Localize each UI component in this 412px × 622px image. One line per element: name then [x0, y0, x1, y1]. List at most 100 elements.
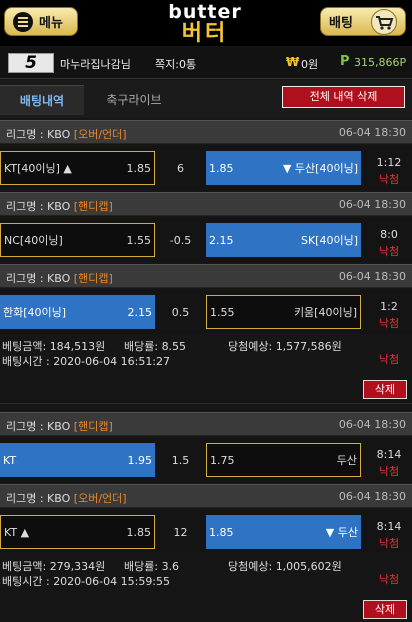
- game-time: 06-04 18:30: [338, 198, 406, 211]
- league-name: 리그명 : KBO: [6, 200, 71, 213]
- handicap-value: 12: [173, 525, 188, 539]
- handicap-value: 1.5: [171, 453, 190, 467]
- delete-bet-button[interactable]: 삭제: [363, 600, 407, 619]
- bet-summary: 베팅금액: 184,513원 배당률: 8.55 당첨예상: 1,577,586…: [0, 334, 412, 404]
- away-team-name: SK[40이닝]: [300, 234, 358, 247]
- handicap-value: -0.5: [169, 233, 192, 247]
- odds-label: 배당률:: [124, 340, 162, 353]
- away-team-option[interactable]: 1.85 ▼ 두산: [206, 515, 361, 549]
- delete-all-history-button[interactable]: 전체 내역 삭제: [282, 86, 405, 108]
- line-result: 낙첨: [378, 173, 400, 186]
- user-name: 마누라집나감님: [60, 58, 131, 71]
- away-team-option[interactable]: 1.75 두산: [206, 443, 361, 477]
- home-team-odds: 1.85: [126, 525, 152, 539]
- hamburger-icon: [13, 11, 33, 32]
- bet-summary: 베팅금액: 279,334원 배당률: 3.6 당첨예상: 1,005,602원…: [0, 554, 412, 622]
- handicap-value: 6: [177, 161, 184, 175]
- bet-line-row: KT 1.95 1.5 1.75 두산 8:14 낙첨: [0, 438, 412, 482]
- points-icon: P: [340, 54, 350, 69]
- bet-type: [오버/언더]: [73, 492, 127, 505]
- home-team-option[interactable]: KT ▲ 1.85: [0, 515, 155, 549]
- home-team-option[interactable]: NC[40이닝] 1.55: [0, 223, 155, 257]
- league-header: 리그명 : KBO [핸디캡] 06-04 18:30: [0, 264, 412, 288]
- message-count-link[interactable]: 쪽지:0통: [155, 56, 196, 72]
- tab-bet-history[interactable]: 배팅내역: [0, 85, 84, 115]
- bet-amount: 279,334원: [49, 560, 106, 573]
- menu-button[interactable]: 메뉴: [4, 7, 78, 36]
- away-team-name: 두산: [336, 454, 357, 467]
- away-team-odds: 1.75: [210, 453, 235, 467]
- expected-win: 1,577,586원: [275, 340, 342, 353]
- bet-cart-button[interactable]: 배팅: [320, 7, 406, 36]
- game-time: 06-04 18:30: [338, 270, 406, 283]
- logo-text-ko: 버터: [181, 21, 229, 46]
- home-team-name: 한화[40이닝]: [3, 306, 67, 319]
- bet-line-row: KT[40이닝] ▲ 1.85 6 1.85 ▼ 두산[40이닝] 1:12 낙…: [0, 146, 412, 190]
- bet-button-label: 배팅: [329, 16, 353, 31]
- bet-time: 2020-06-04 15:59:55: [53, 575, 171, 588]
- amount-label: 베팅금액:: [2, 340, 50, 353]
- league-name: 리그명 : KBO: [6, 420, 71, 433]
- league-name: 리그명 : KBO: [6, 492, 71, 505]
- delete-bet-button[interactable]: 삭제: [363, 380, 407, 399]
- user-info-bar: 5 마누라집나감님 쪽지:0통 ₩ 0원 P 315,866P: [0, 47, 412, 79]
- home-team-option[interactable]: 한화[40이닝] 2.15: [0, 295, 155, 329]
- final-score: 8:14: [376, 448, 402, 461]
- home-team-name: KT: [3, 453, 17, 467]
- logo-text-en: butter: [168, 1, 242, 23]
- home-team-odds: 1.85: [126, 161, 152, 175]
- league-header: 리그명 : KBO [오버/언더] 06-04 18:30: [0, 120, 412, 144]
- final-score: 8:0: [380, 228, 398, 241]
- menu-button-label: 메뉴: [39, 16, 63, 31]
- bet-result: 낙첨: [378, 353, 400, 366]
- cart-icon: [371, 8, 397, 35]
- home-team-option[interactable]: KT 1.95: [0, 443, 155, 477]
- top-header: 메뉴 butter 버터 배팅: [0, 0, 412, 46]
- game-time: 06-04 18:30: [338, 126, 406, 139]
- bet-result: 낙첨: [378, 573, 400, 586]
- line-result: 낙첨: [378, 465, 400, 478]
- away-team-option[interactable]: 2.15 SK[40이닝]: [206, 223, 361, 257]
- league-header: 리그명 : KBO [핸디캡] 06-04 18:30: [0, 412, 412, 436]
- league-name: 리그명 : KBO: [6, 272, 71, 285]
- time-label: 배팅시간 :: [2, 575, 54, 588]
- away-team-name: ▼ 두산: [325, 526, 358, 539]
- time-label: 배팅시간 :: [2, 355, 54, 368]
- handicap-value: 0.5: [171, 305, 190, 319]
- total-odds: 8.55: [161, 340, 187, 353]
- line-result: 낙첨: [378, 537, 400, 550]
- odds-label: 배당률:: [124, 560, 162, 573]
- home-team-name: KT[40이닝] ▲: [4, 162, 72, 175]
- away-team-option[interactable]: 1.55 키움[40이닝]: [206, 295, 361, 329]
- bet-time: 2020-06-04 16:51:27: [53, 355, 171, 368]
- bet-type: [핸디캡]: [73, 420, 113, 433]
- game-time: 06-04 18:30: [338, 418, 406, 431]
- points-balance: 315,866P: [354, 56, 407, 69]
- away-team-option[interactable]: 1.85 ▼ 두산[40이닝]: [206, 151, 361, 185]
- tab-soccer-live[interactable]: 축구라이브: [94, 85, 174, 115]
- away-team-name: ▼ 두산[40이닝]: [282, 162, 358, 175]
- bet-type: [핸디캡]: [73, 272, 113, 285]
- home-team-odds: 2.15: [127, 305, 153, 319]
- league-header: 리그명 : KBO [오버/언더] 06-04 18:30: [0, 484, 412, 508]
- bet-type: [오버/언더]: [73, 128, 127, 141]
- home-team-odds: 1.95: [127, 453, 153, 467]
- final-score: 1:12: [376, 156, 402, 169]
- away-team-name: 키움[40이닝]: [293, 306, 357, 319]
- butter-logo[interactable]: butter 버터: [150, 0, 260, 46]
- away-team-odds: 1.55: [210, 305, 235, 319]
- home-team-name: KT ▲: [4, 525, 30, 539]
- home-team-name: NC[40이닝]: [4, 234, 63, 247]
- away-team-odds: 2.15: [209, 233, 234, 247]
- line-result: 낙첨: [378, 317, 400, 330]
- away-team-odds: 1.85: [209, 525, 234, 539]
- level-badge: 5: [8, 53, 54, 73]
- home-team-odds: 1.55: [126, 233, 152, 247]
- home-team-option[interactable]: KT[40이닝] ▲ 1.85: [0, 151, 155, 185]
- bet-line-row: NC[40이닝] 1.55 -0.5 2.15 SK[40이닝] 8:0 낙첨: [0, 218, 412, 262]
- expected-label: 당첨예상:: [228, 340, 276, 353]
- bet-line-row: KT ▲ 1.85 12 1.85 ▼ 두산 8:14 낙첨: [0, 510, 412, 554]
- bet-line-row: 한화[40이닝] 2.15 0.5 1.55 키움[40이닝] 1:2 낙첨: [0, 290, 412, 334]
- final-score: 8:14: [376, 520, 402, 533]
- game-time: 06-04 18:30: [338, 490, 406, 503]
